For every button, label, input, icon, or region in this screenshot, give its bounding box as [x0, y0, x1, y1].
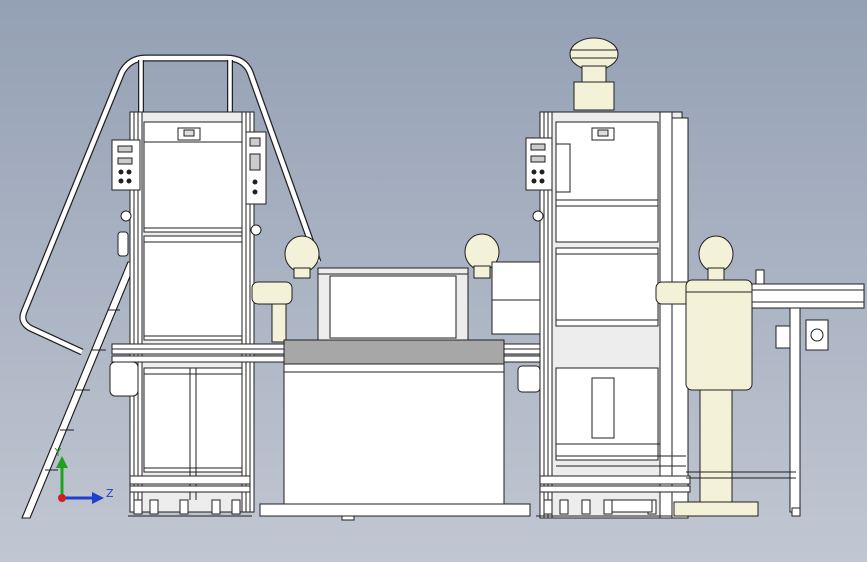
axis-triad: Y Z [54, 446, 114, 504]
cad-viewport[interactable]: Y Z [0, 0, 867, 562]
wide-cylinder [685, 279, 753, 391]
axis-y-label: Y [54, 446, 62, 459]
cad-drawing: Y Z [19, 37, 865, 521]
conveyor [751, 283, 865, 309]
right-tower [517, 37, 691, 519]
axis-z-label: Z [106, 487, 114, 500]
ventilator-cap [569, 37, 619, 111]
center-cabinet [283, 339, 505, 517]
